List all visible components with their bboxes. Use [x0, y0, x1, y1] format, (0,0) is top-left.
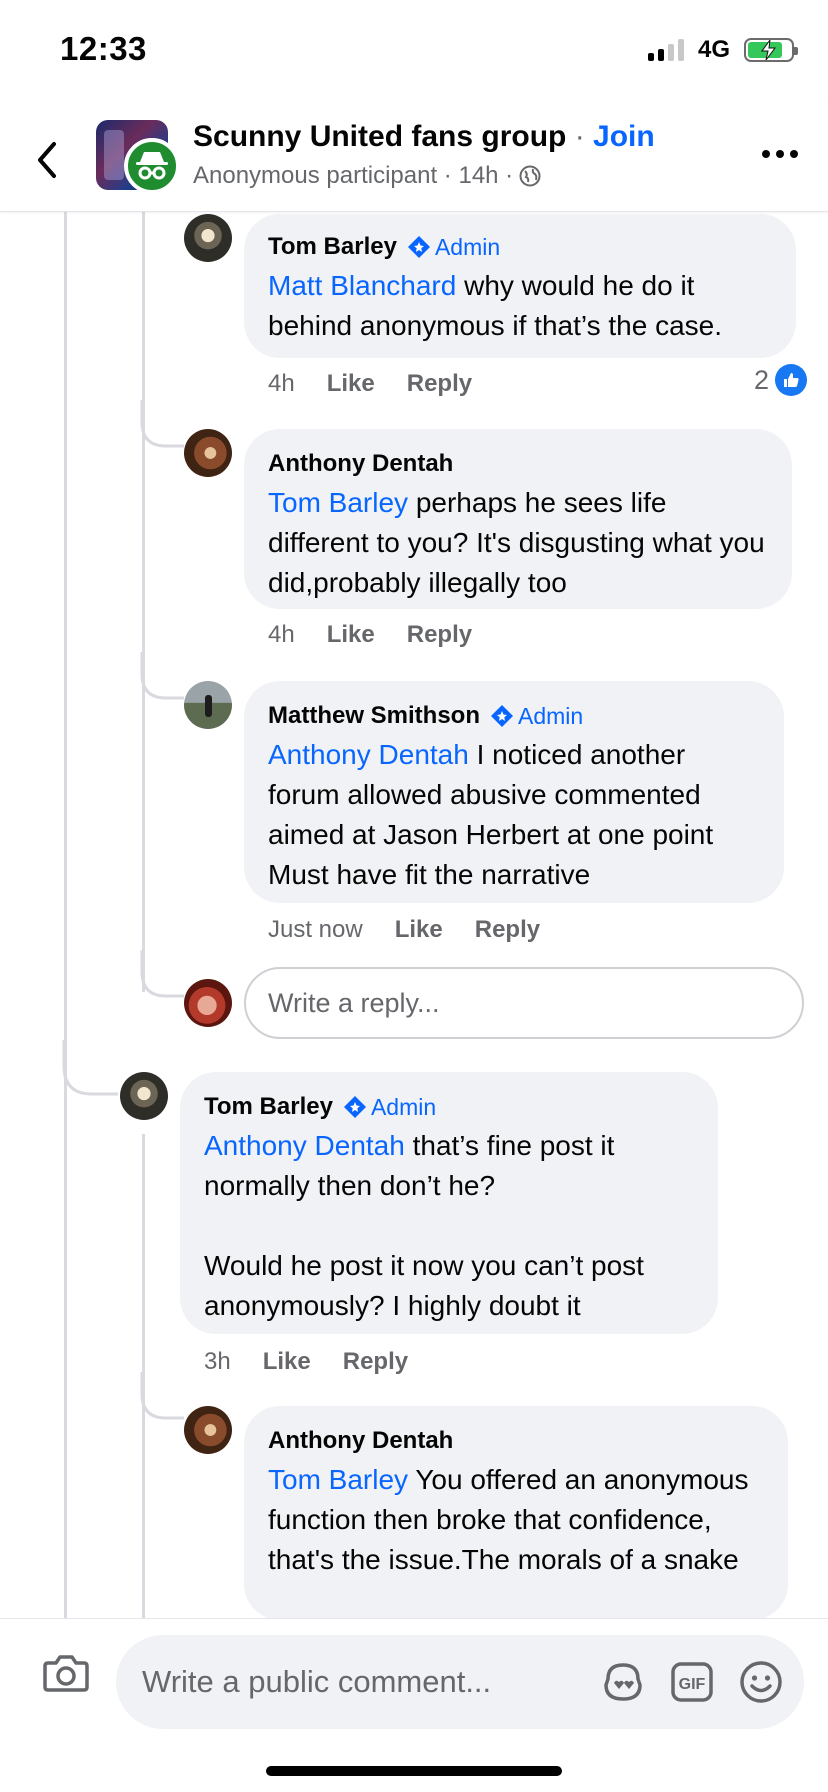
comment-time: 4h	[268, 370, 295, 397]
globe-icon	[519, 165, 541, 187]
group-name[interactable]: Scunny United fans group	[193, 120, 566, 153]
reply-button[interactable]: Reply	[407, 370, 472, 398]
admin-badge: Admin	[343, 1092, 436, 1122]
comment-bubble: Anthony Dentah Tom Barley perhaps he see…	[244, 429, 792, 609]
thread-line-outer	[64, 212, 67, 1618]
avatar[interactable]	[120, 1072, 168, 1120]
home-indicator	[266, 1766, 562, 1776]
status-bar: 12:33 4G	[0, 0, 828, 100]
thread-curve	[140, 652, 184, 700]
comment-actions: 4h Like Reply	[268, 370, 472, 398]
comment-bubble: Tom Barley Admin Anthony Dentah that’s f…	[180, 1072, 718, 1334]
comment-actions: Just now Like Reply	[268, 916, 540, 944]
comment-bubble: Tom Barley Admin Matt Blanchard why woul…	[244, 214, 796, 358]
reply-button[interactable]: Reply	[343, 1348, 408, 1376]
more-options-icon[interactable]	[762, 150, 798, 158]
emoji-icon[interactable]	[738, 1659, 784, 1705]
group-title-line: Scunny United fans group · Join	[193, 120, 655, 154]
comment-author[interactable]: Tom Barley	[204, 1092, 333, 1122]
avatar[interactable]	[184, 429, 232, 477]
admin-shield-icon	[343, 1096, 366, 1118]
comment-actions: 3h Like Reply	[204, 1348, 408, 1376]
comment-actions: 4h Like Reply	[268, 621, 472, 649]
like-button[interactable]: Like	[263, 1348, 311, 1376]
thread-curve	[140, 1372, 184, 1420]
reaction-count[interactable]: 2	[754, 364, 808, 396]
avatar[interactable]	[184, 1406, 232, 1454]
comment-text: Tom Barley You offered an anonymous func…	[268, 1464, 757, 1575]
thread-curve	[140, 400, 184, 448]
comment-time: 4h	[268, 621, 295, 648]
reply-button[interactable]: Reply	[407, 621, 472, 649]
reply-input[interactable]: Write a reply...	[244, 967, 804, 1039]
post-meta: Anonymous participant · 14h ·	[193, 162, 541, 190]
join-button[interactable]: Join	[593, 120, 655, 153]
comment-text: Tom Barley perhaps he sees life differen…	[268, 487, 773, 598]
camera-icon[interactable]	[42, 1649, 90, 1697]
like-button[interactable]: Like	[327, 370, 375, 398]
avatar[interactable]	[184, 681, 232, 729]
status-time: 12:33	[60, 30, 147, 67]
like-button[interactable]: Like	[395, 916, 443, 944]
mention-link[interactable]: Anthony Dentah	[204, 1130, 405, 1161]
network-type: 4G	[697, 36, 730, 63]
comment-author[interactable]: Anthony Dentah	[268, 449, 453, 479]
svg-text:GIF: GIF	[679, 1676, 706, 1693]
mention-link[interactable]: Anthony Dentah	[268, 739, 469, 770]
post-header: Scunny United fans group · Join Anonymou…	[0, 100, 828, 212]
current-user-avatar	[184, 979, 232, 1027]
admin-badge: Admin	[490, 701, 583, 731]
thread-curve	[140, 950, 184, 998]
comment-text: Anthony Dentah I noticed another forum a…	[268, 739, 721, 890]
gif-icon[interactable]: GIF	[670, 1659, 714, 1705]
comment-time: Just now	[268, 916, 363, 943]
comment-author[interactable]: Tom Barley	[268, 232, 397, 262]
title-separator: ·	[574, 120, 585, 153]
mention-link[interactable]: Matt Blanchard	[268, 270, 456, 301]
comment-text: Matt Blanchard why would he do it behind…	[268, 270, 723, 341]
admin-badge: Admin	[407, 232, 500, 262]
comment-text: Anthony Dentah that’s fine post it norma…	[204, 1130, 644, 1321]
public-comment-input[interactable]: Write a public comment... GIF	[116, 1635, 804, 1729]
signal-icon	[647, 39, 684, 61]
comment-author[interactable]: Matthew Smithson	[268, 701, 480, 731]
post-author-time: Anonymous participant · 14h ·	[193, 162, 514, 189]
mention-link[interactable]: Tom Barley	[268, 1464, 408, 1495]
comment-time: 3h	[204, 1348, 231, 1375]
mention-link[interactable]: Tom Barley	[268, 487, 408, 518]
comment-composer-bar: Write a public comment... GIF	[0, 1618, 828, 1792]
comment-author[interactable]: Anthony Dentah	[268, 1426, 453, 1456]
comment-bubble: Anthony Dentah Tom Barley You offered an…	[244, 1406, 788, 1620]
anonymous-participant-icon	[124, 138, 180, 194]
like-button[interactable]: Like	[327, 621, 375, 649]
avatar[interactable]	[184, 214, 232, 262]
thumbs-up-icon	[775, 364, 808, 396]
back-chevron-icon[interactable]	[32, 138, 62, 182]
status-indicators: 4G	[647, 36, 798, 64]
avatar-sticker-icon[interactable]	[600, 1659, 646, 1705]
comment-bubble: Matthew Smithson Admin Anthony Dentah I …	[244, 681, 784, 903]
reply-button[interactable]: Reply	[475, 916, 540, 944]
admin-shield-icon	[407, 236, 430, 258]
thread-curve	[62, 1040, 118, 1096]
battery-icon	[744, 38, 798, 62]
thread-line-inner	[142, 212, 145, 992]
admin-shield-icon	[491, 705, 514, 727]
